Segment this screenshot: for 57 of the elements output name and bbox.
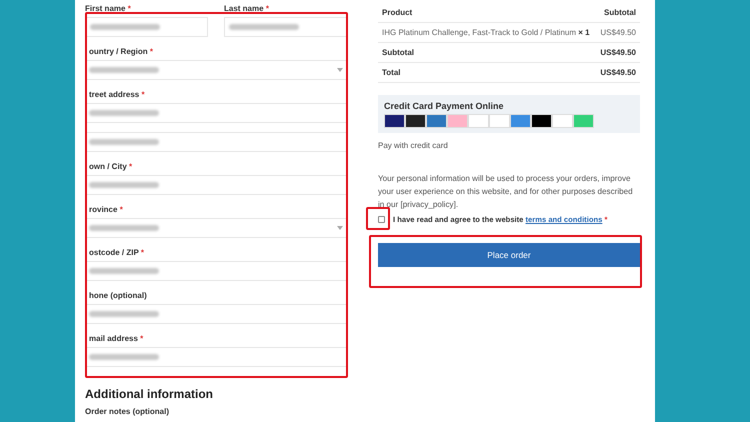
blurred-text bbox=[89, 311, 159, 317]
blurred-text bbox=[89, 67, 159, 73]
field-label: rovince * bbox=[88, 204, 124, 216]
input-field[interactable] bbox=[85, 304, 347, 324]
total-label: Subtotal bbox=[382, 48, 414, 57]
blurred-text bbox=[89, 182, 159, 188]
input-field[interactable] bbox=[224, 17, 347, 37]
payment-description: Pay with credit card bbox=[378, 141, 449, 150]
input-field[interactable] bbox=[85, 347, 347, 367]
payment-logo-icon bbox=[384, 114, 405, 128]
blurred-text bbox=[89, 139, 159, 145]
payment-logo-icon bbox=[489, 114, 510, 128]
field-label: treet address * bbox=[88, 89, 146, 101]
payment-title: Credit Card Payment Online bbox=[384, 101, 505, 111]
field-label: Order notes (optional) bbox=[85, 407, 170, 417]
total-value: US$49.50 bbox=[600, 48, 636, 57]
blurred-text bbox=[90, 24, 160, 30]
price-text: US$49.50 bbox=[600, 28, 636, 37]
field-label: mail address * bbox=[88, 333, 144, 345]
product-name: IHG Platinum Challenge, Fast-Track to Gold / Platinum × 1 bbox=[382, 28, 590, 37]
total-label: Total bbox=[382, 68, 401, 77]
caret-icon bbox=[337, 68, 343, 72]
select-field[interactable] bbox=[85, 218, 347, 238]
highlight-frame bbox=[366, 207, 390, 230]
blurred-text bbox=[89, 268, 159, 274]
section-heading: Additional information bbox=[85, 387, 214, 401]
payment-logo-icon bbox=[447, 114, 468, 128]
payment-logo-icon bbox=[552, 114, 573, 128]
column-header: Subtotal bbox=[604, 8, 636, 17]
payment-logo-icon bbox=[573, 114, 594, 128]
place-order-button[interactable]: Place order bbox=[378, 243, 640, 267]
input-field[interactable] bbox=[85, 17, 208, 37]
payment-logo-icon bbox=[426, 114, 447, 128]
payment-logo-icon bbox=[468, 114, 489, 128]
caret-icon bbox=[337, 226, 343, 230]
payment-logo-icon bbox=[531, 114, 552, 128]
blurred-text bbox=[89, 354, 159, 360]
blurred-text bbox=[89, 110, 159, 116]
total-value: US$49.50 bbox=[600, 68, 636, 77]
input-field[interactable] bbox=[85, 261, 347, 281]
field-label: hone (optional) bbox=[88, 290, 148, 302]
field-label: Last name * bbox=[224, 3, 270, 15]
field-label: First name * bbox=[85, 3, 132, 15]
input-field[interactable] bbox=[85, 103, 347, 123]
payment-logo-icon bbox=[510, 114, 531, 128]
checkbox[interactable] bbox=[378, 216, 385, 223]
blurred-text bbox=[229, 24, 299, 30]
privacy-text: Your personal information will be used to process your orders, improve your user experience on this website, and for other purposes described in our [privacy_policy]. bbox=[378, 173, 634, 211]
input-field[interactable] bbox=[85, 175, 347, 195]
blurred-text bbox=[89, 225, 159, 231]
field-label: ountry / Region * bbox=[88, 46, 154, 58]
input-field[interactable] bbox=[85, 132, 347, 152]
payment-logo-icon bbox=[405, 114, 426, 128]
field-label: ostcode / ZIP * bbox=[88, 247, 145, 259]
column-header: Product bbox=[382, 8, 412, 17]
field-label: own / City * bbox=[88, 161, 134, 173]
select-field[interactable] bbox=[85, 60, 347, 80]
